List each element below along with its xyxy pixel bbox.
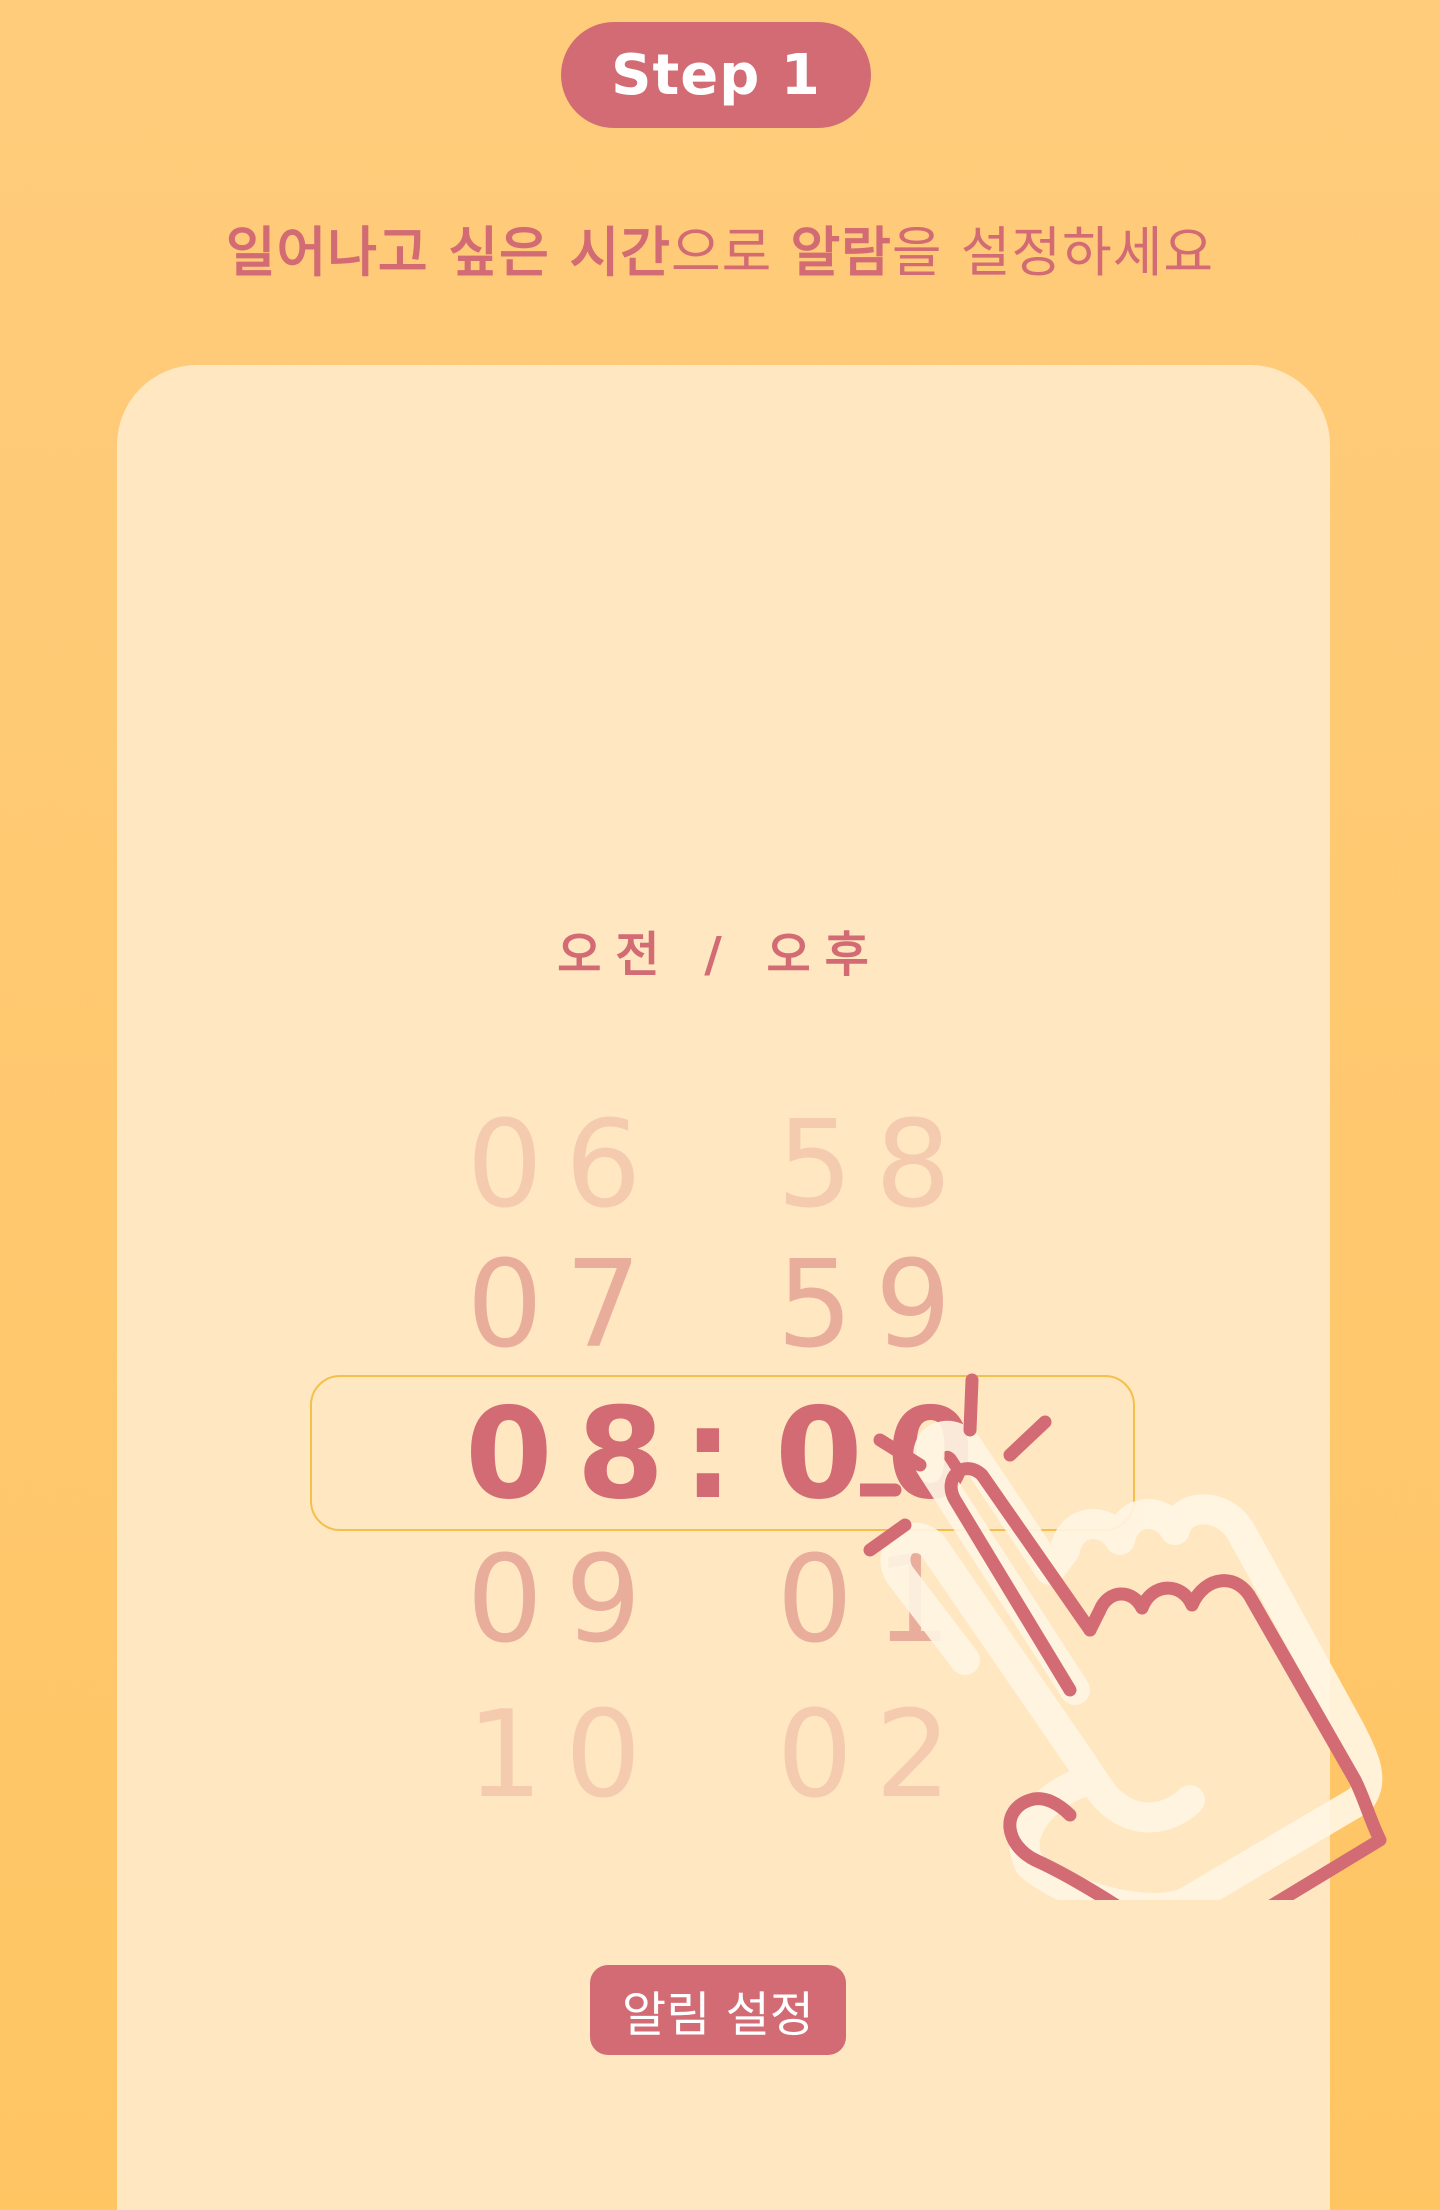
hour-value: 10 [466,1685,664,1825]
set-alarm-button[interactable]: 알림 설정 [590,1965,846,2055]
selected-hour: 08 [465,1379,689,1527]
time-separator: : [682,1379,758,1527]
time-wheel-row[interactable]: 06 58 [0,1096,1440,1235]
step-badge: Step 1 [561,22,871,128]
headline-text-2: 으로 [670,221,791,284]
hand-tap-icon [860,1373,1387,1900]
hour-value: 06 [466,1095,664,1235]
headline-bold-1: 일어나고 싶은 시간 [225,221,671,284]
hour-value: 09 [466,1530,664,1670]
headline-bold-3: 알람 [790,221,892,284]
minute-value: 59 [776,1235,974,1375]
ampm-toggle-label[interactable]: 오전 / 오후 [0,915,1440,985]
time-wheel-row[interactable]: 07 59 [0,1236,1440,1375]
hour-value: 07 [466,1235,664,1375]
headline-text-4: 을 설정하세요 [891,221,1215,284]
minute-value: 58 [776,1095,974,1235]
page-headline: 일어나고 싶은 시간으로 알람을 설정하세요 [0,208,1440,287]
